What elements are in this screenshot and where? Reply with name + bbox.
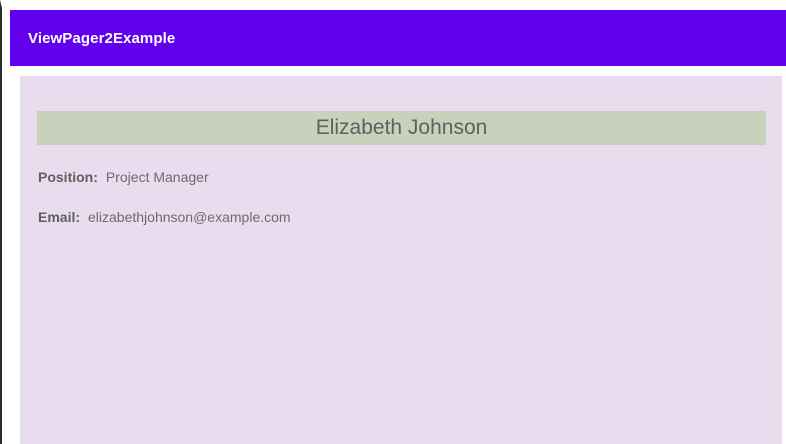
name-banner: Elizabeth Johnson: [37, 111, 766, 145]
app-window: ViewPager2Example Elizabeth Johnson Posi…: [0, 0, 786, 444]
profile-page[interactable]: Elizabeth Johnson Position: Project Mana…: [20, 76, 782, 444]
view-pager[interactable]: Elizabeth Johnson Position: Project Mana…: [10, 66, 786, 444]
email-row: Email: elizabethjohnson@example.com: [38, 209, 291, 225]
profile-name: Elizabeth Johnson: [315, 116, 488, 139]
email-label: Email:: [38, 209, 81, 225]
email-value: elizabethjohnson@example.com: [88, 209, 291, 225]
position-label: Position:: [38, 169, 98, 185]
app-bar: ViewPager2Example: [10, 10, 786, 66]
app-title: ViewPager2Example: [28, 29, 176, 47]
position-row: Position: Project Manager: [38, 169, 209, 185]
position-value: Project Manager: [105, 169, 209, 185]
